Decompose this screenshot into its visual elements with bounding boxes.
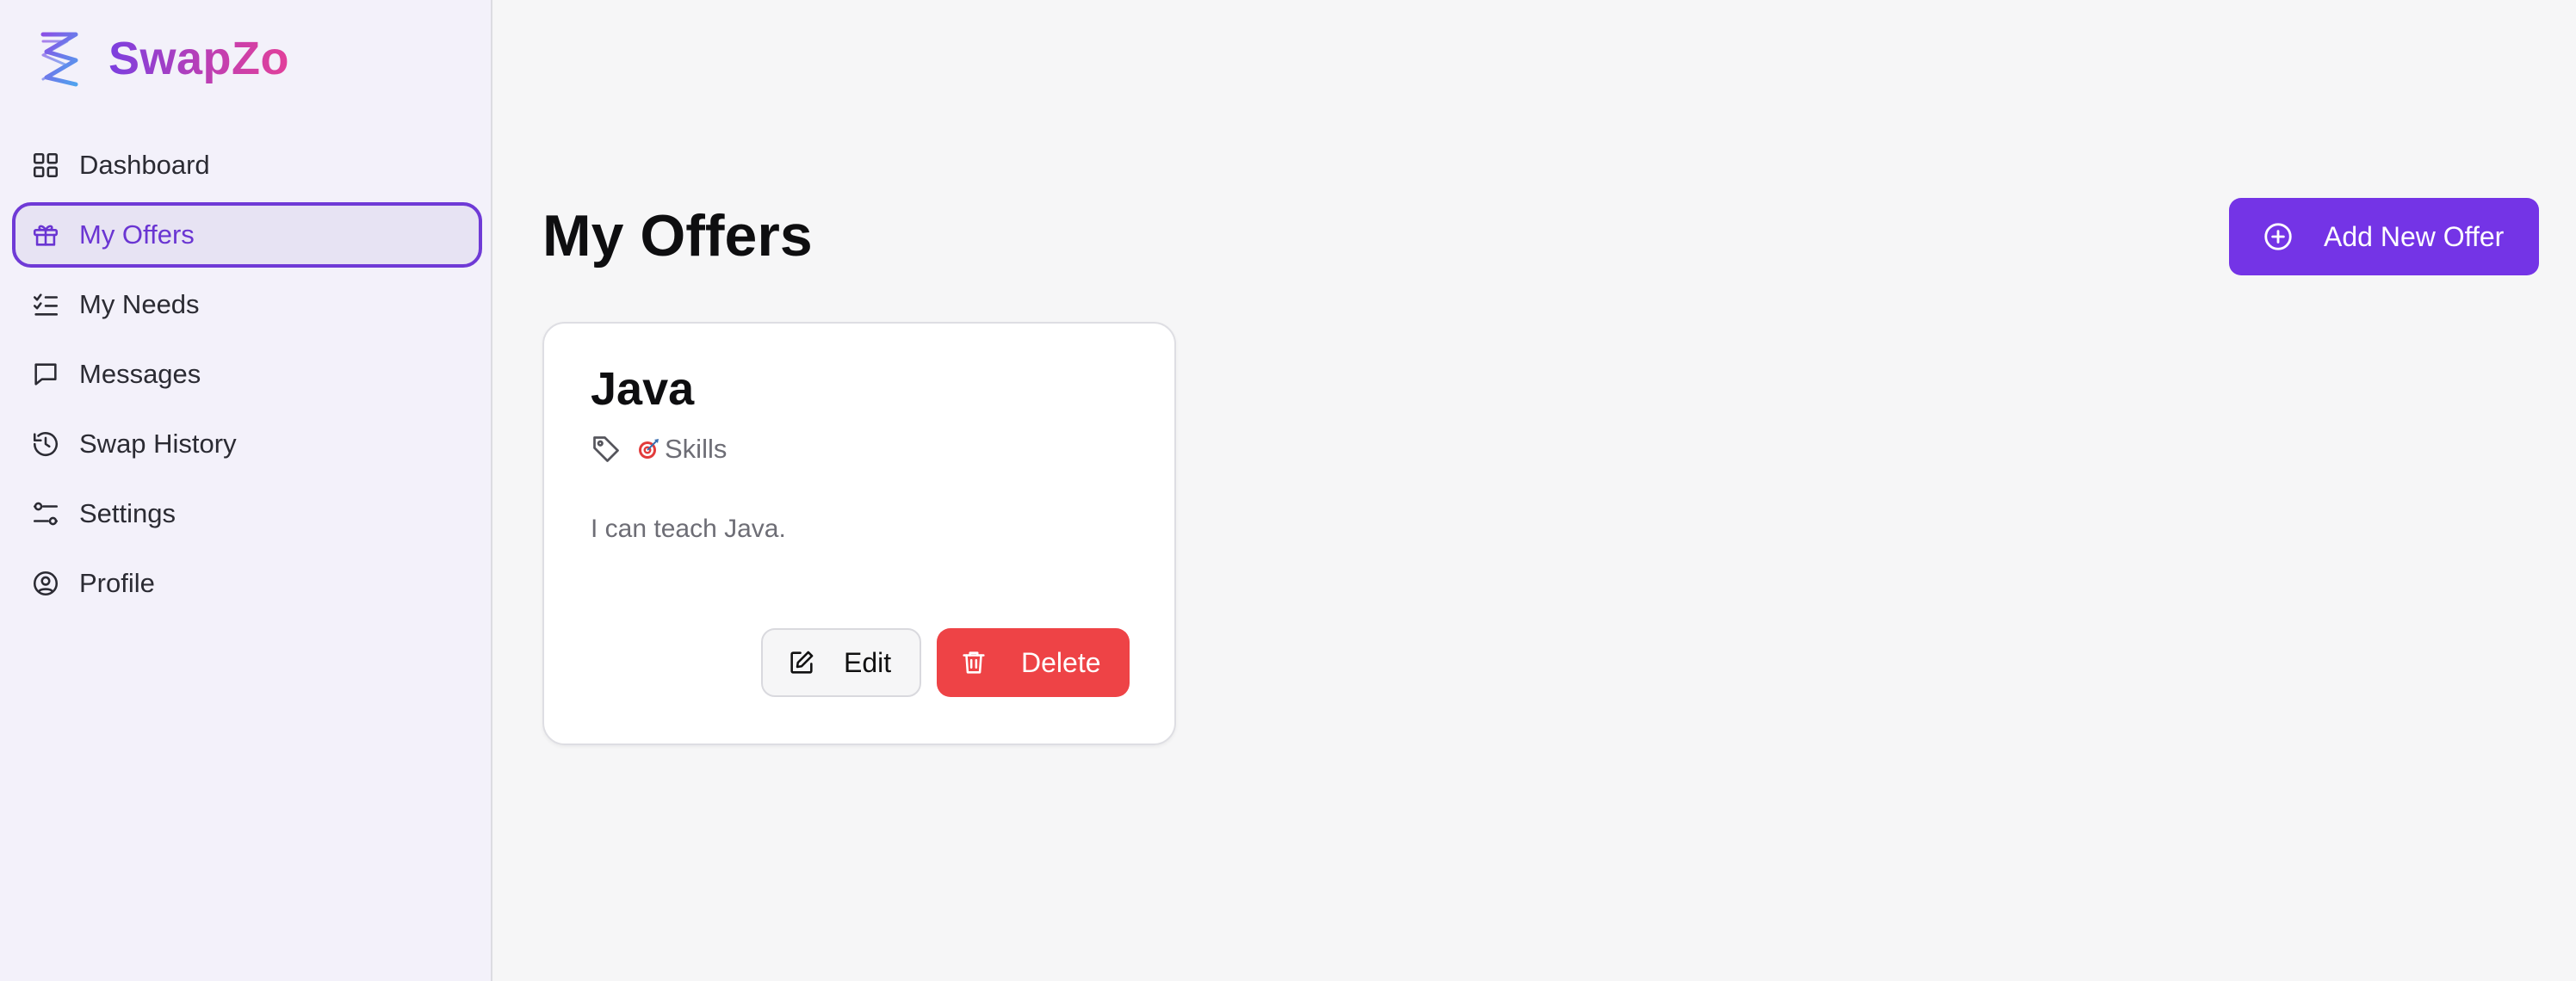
sidebar-item-label: My Needs (79, 289, 200, 319)
edit-label: Edit (844, 646, 892, 678)
add-new-offer-label: Add New Offer (2324, 220, 2505, 252)
grid-icon (33, 152, 59, 178)
add-new-offer-button[interactable]: Add New Offer (2229, 198, 2539, 275)
brand-name: SwapZo (108, 33, 290, 84)
sidebar-item-messages[interactable]: Messages (12, 342, 482, 407)
page-title: My Offers (542, 203, 813, 268)
checklist-icon (33, 293, 59, 316)
gift-icon (33, 225, 59, 246)
sidebar-item-my-offers[interactable]: My Offers (12, 202, 482, 268)
zigzag-logo-icon (40, 32, 78, 87)
edit-offer-button[interactable]: Edit (761, 628, 921, 697)
offer-category: Skills (591, 430, 727, 468)
offer-title: Java (591, 363, 695, 415)
target-icon (639, 439, 659, 459)
sidebar-item-label: Settings (79, 498, 176, 528)
sidebar-item-profile[interactable]: Profile (12, 551, 482, 616)
sidebar-item-label: Dashboard (79, 150, 210, 180)
offer-card: Java Skills I can teach Java. Edit Delet… (542, 322, 1176, 745)
brand[interactable]: SwapZo (38, 26, 289, 91)
offer-description: I can teach Java. (591, 515, 786, 543)
sidebar: SwapZo Dashboard My Offers My Needs Mess… (0, 0, 492, 981)
plus-circle-icon (2264, 223, 2292, 250)
sidebar-item-label: Messages (79, 359, 201, 389)
delete-offer-button[interactable]: Delete (937, 628, 1130, 697)
sidebar-item-label: My Offers (79, 219, 195, 250)
app-root: SwapZo Dashboard My Offers My Needs Mess… (0, 0, 2576, 981)
sidebar-item-swap-history[interactable]: Swap History (12, 411, 482, 477)
user-circle-icon (33, 571, 59, 596)
sidebar-item-label: Profile (79, 568, 155, 598)
sliders-icon (33, 502, 59, 526)
message-icon (34, 363, 57, 386)
trash-icon (963, 651, 985, 674)
history-icon (33, 432, 59, 457)
sidebar-item-my-needs[interactable]: My Needs (12, 272, 482, 337)
offer-category-label: Skills (665, 434, 728, 464)
tag-icon (593, 436, 619, 462)
sidebar-nav: Dashboard My Offers My Needs Messages Sw… (12, 133, 482, 620)
sidebar-item-dashboard[interactable]: Dashboard (12, 133, 482, 198)
sidebar-item-settings[interactable]: Settings (12, 481, 482, 546)
sidebar-item-label: Swap History (79, 429, 237, 459)
edit-icon (790, 651, 814, 674)
delete-label: Delete (1021, 646, 1101, 678)
